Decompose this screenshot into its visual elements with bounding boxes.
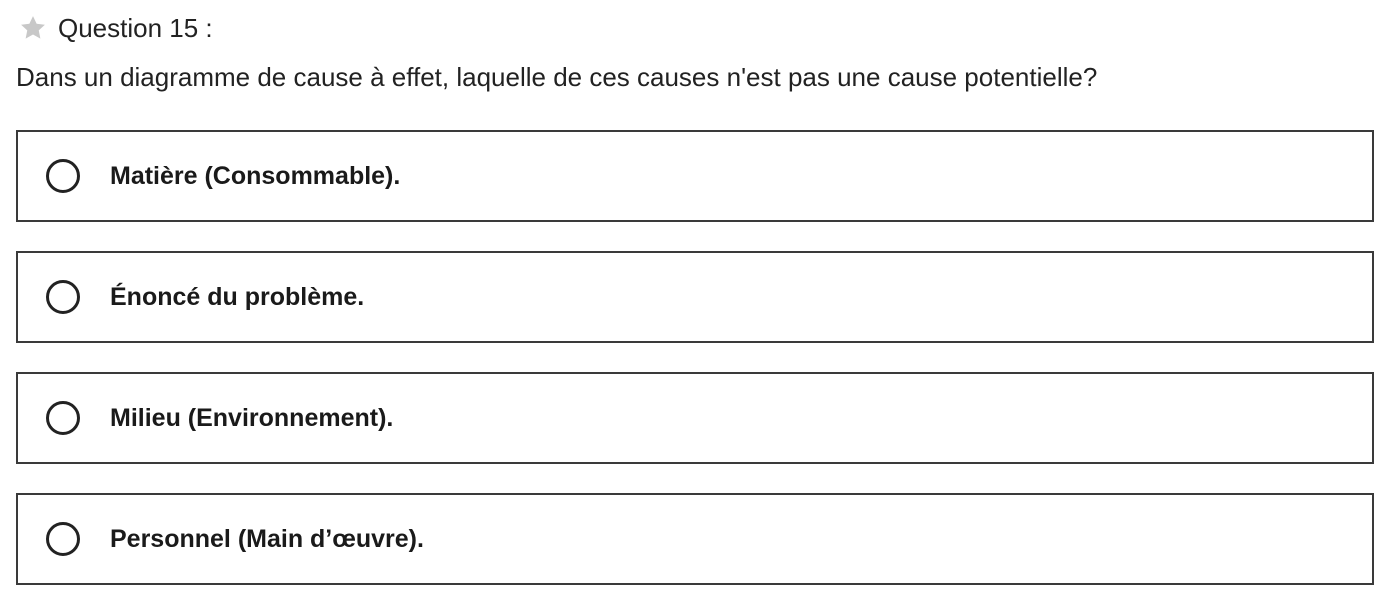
- answer-option-label: Énoncé du problème.: [110, 282, 365, 311]
- answer-option-4[interactable]: Personnel (Main d’œuvre).: [16, 493, 1374, 585]
- answer-option-1[interactable]: Matière (Consommable).: [16, 130, 1374, 222]
- question-header: Question 15 :: [18, 10, 213, 46]
- answer-option-label: Personnel (Main d’œuvre).: [110, 524, 424, 553]
- answer-option-label: Milieu (Environnement).: [110, 403, 394, 432]
- answer-option-3[interactable]: Milieu (Environnement).: [16, 372, 1374, 464]
- radio-button[interactable]: [46, 522, 80, 556]
- answer-options: Matière (Consommable). Énoncé du problèm…: [16, 130, 1374, 614]
- star-icon[interactable]: [18, 13, 48, 43]
- question-number: Question 15 :: [58, 12, 213, 43]
- question-prompt: Dans un diagramme de cause à effet, laqu…: [16, 62, 1098, 92]
- radio-button[interactable]: [46, 401, 80, 435]
- radio-button[interactable]: [46, 280, 80, 314]
- answer-option-label: Matière (Consommable).: [110, 161, 401, 190]
- answer-option-2[interactable]: Énoncé du problème.: [16, 251, 1374, 343]
- radio-button[interactable]: [46, 159, 80, 193]
